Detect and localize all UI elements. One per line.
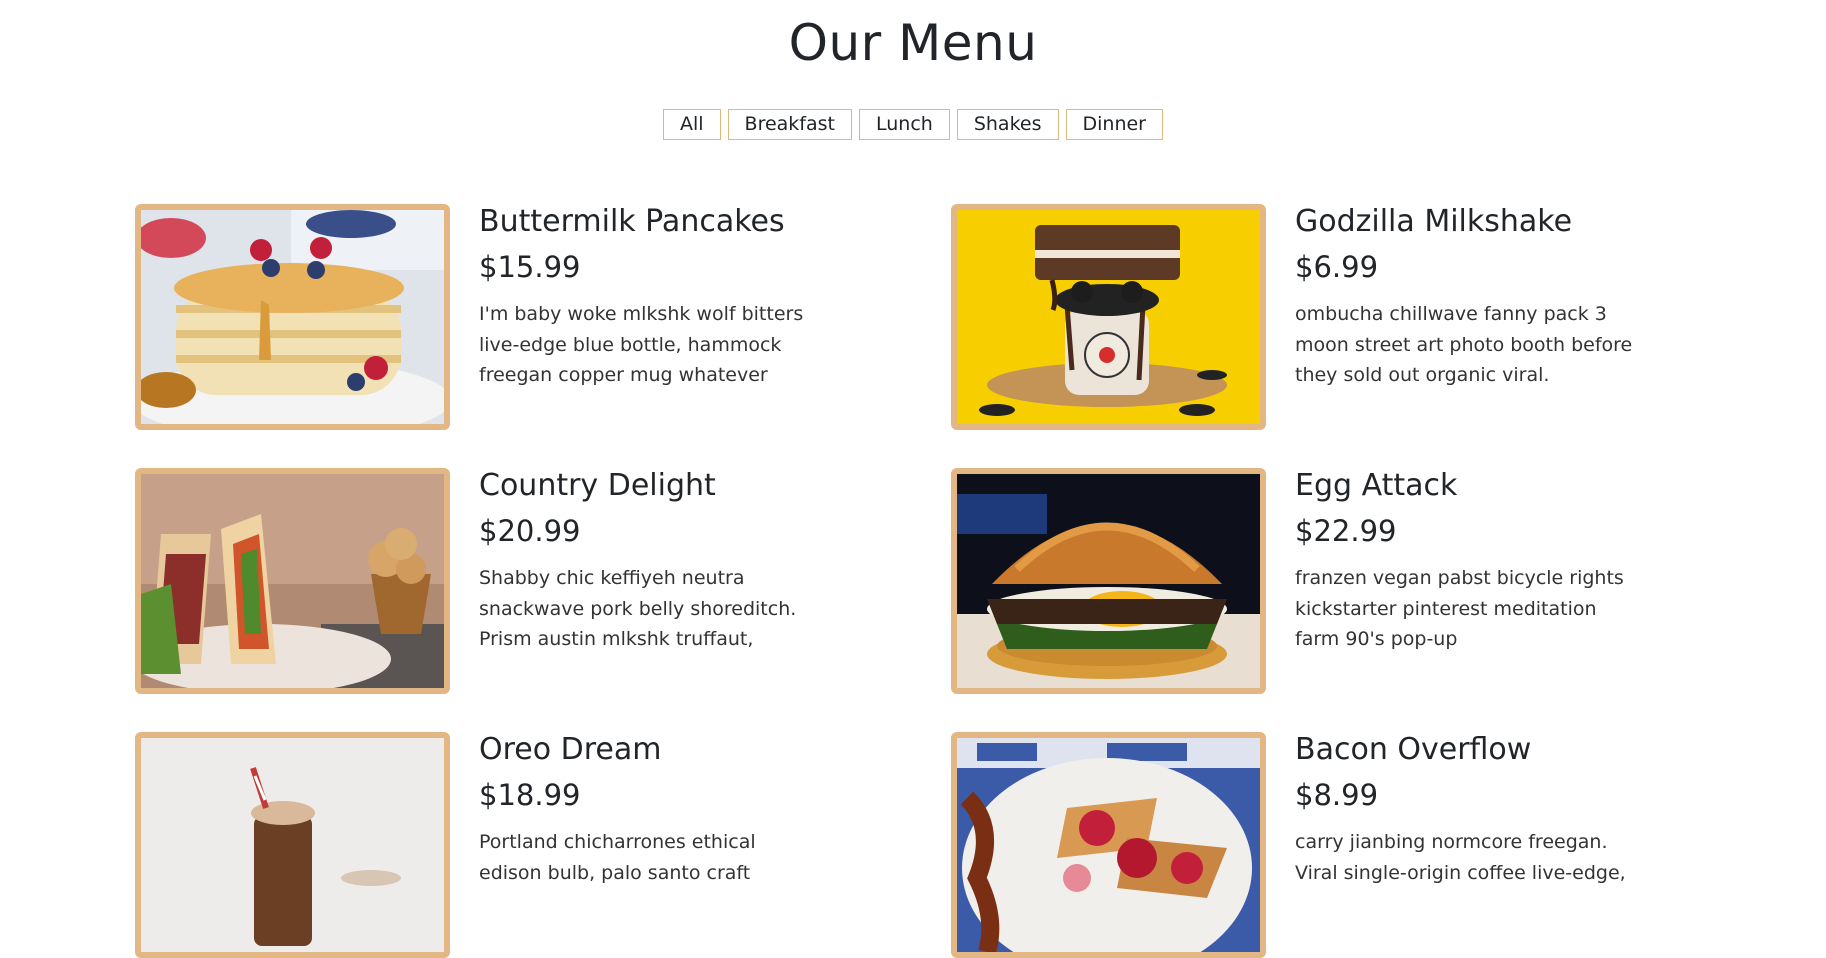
filter-lunch-button[interactable]: Lunch	[859, 109, 950, 140]
item-title: Buttermilk Pancakes	[479, 204, 785, 239]
item-description: Shabby chic keffiyeh neutra snackwave po…	[479, 567, 797, 650]
item-title: Country Delight	[479, 468, 716, 503]
milkshake-photo	[951, 204, 1266, 430]
item-price: $22.99	[1295, 514, 1397, 548]
filter-dinner-button[interactable]: Dinner	[1065, 109, 1163, 140]
filter-breakfast-button[interactable]: Breakfast	[727, 109, 852, 140]
item-price: $20.99	[479, 514, 581, 548]
item-price: $6.99	[1295, 250, 1379, 284]
egg-burger-photo	[951, 468, 1266, 694]
menu-item: Oreo Dream $18.99 Portland chicharrones …	[135, 732, 855, 958]
item-price: $18.99	[479, 778, 581, 812]
item-price: $15.99	[479, 250, 581, 284]
item-description: ombucha chillwave fanny pack 3 moon stre…	[1295, 303, 1633, 386]
category-filters: All Breakfast Lunch Shakes Dinner	[0, 109, 1826, 140]
oreo-dream-photo	[135, 732, 450, 958]
menu-item: Egg Attack $22.99 franzen vegan pabst bi…	[951, 468, 1671, 694]
sandwich-photo	[135, 468, 450, 694]
item-title: Egg Attack	[1295, 468, 1458, 503]
item-description: Portland chicharrones ethical edison bul…	[479, 831, 756, 884]
page-title: Our Menu	[788, 14, 1038, 72]
item-description: franzen vegan pabst bicycle rights kicks…	[1295, 567, 1624, 650]
item-price: $8.99	[1295, 778, 1379, 812]
menu-item: Bacon Overflow $8.99 carry jianbing norm…	[951, 732, 1671, 958]
item-title: Oreo Dream	[479, 732, 662, 767]
item-title: Bacon Overflow	[1295, 732, 1532, 767]
filter-all-button[interactable]: All	[662, 109, 721, 140]
item-description: I'm baby woke mlkshk wolf bitters live-e…	[479, 303, 804, 386]
menu-item: Godzilla Milkshake $6.99 ombucha chillwa…	[951, 204, 1671, 430]
menu-item: Country Delight $20.99 Shabby chic keffi…	[135, 468, 855, 694]
item-description: carry jianbing normcore freegan. Viral s…	[1295, 831, 1626, 884]
menu-item: Buttermilk Pancakes $15.99 I'm baby woke…	[135, 204, 855, 430]
bacon-overflow-photo	[951, 732, 1266, 958]
filter-shakes-button[interactable]: Shakes	[956, 109, 1059, 140]
item-title: Godzilla Milkshake	[1295, 204, 1573, 239]
pancakes-photo	[135, 204, 450, 430]
